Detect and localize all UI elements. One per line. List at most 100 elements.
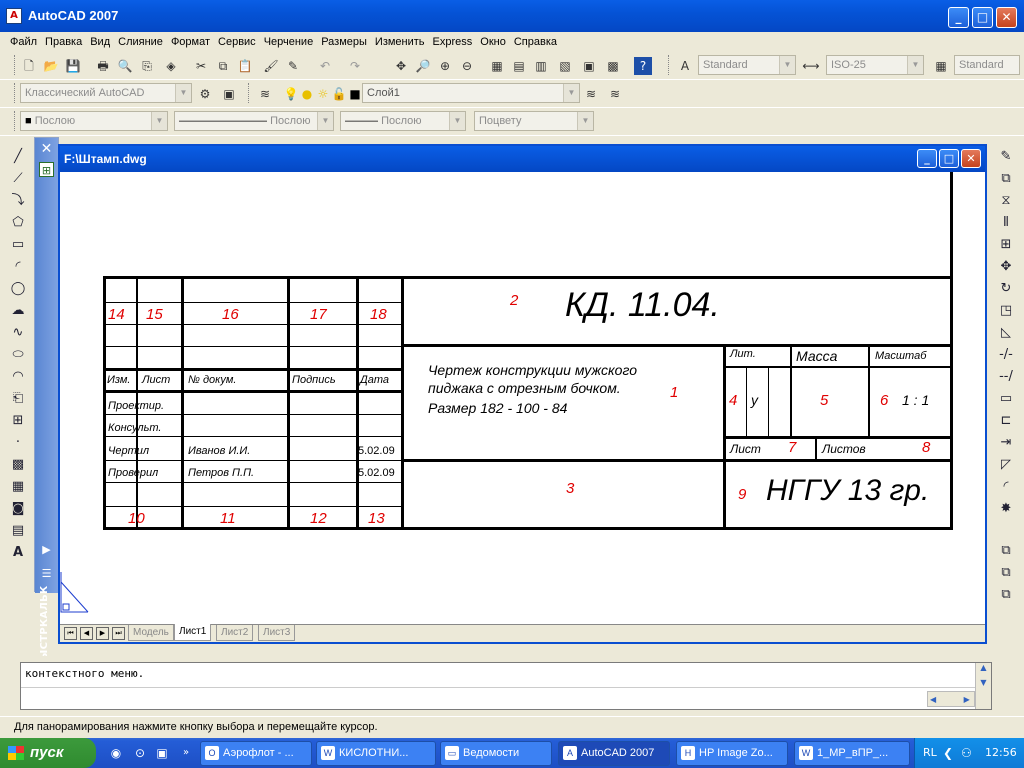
insert-block-icon[interactable]: ⎗ bbox=[9, 390, 27, 408]
lineweight-combo[interactable]: ——— Послою ▼ bbox=[340, 111, 466, 131]
toolbar-grip[interactable] bbox=[668, 55, 671, 75]
text-style-combo[interactable]: Standard ▼ bbox=[698, 55, 796, 75]
chevron-down-icon[interactable]: ▼ bbox=[907, 56, 923, 74]
region-icon[interactable]: ◙ bbox=[9, 500, 27, 518]
toolbar-grip[interactable] bbox=[248, 83, 251, 103]
properties-menu-icon[interactable]: ☰ bbox=[39, 566, 54, 581]
plotstyle-combo[interactable]: Поцвету ▼ bbox=[474, 111, 594, 131]
title-bar[interactable]: A AutoCAD 2007 _ □ ✕ bbox=[0, 0, 1024, 32]
move-icon[interactable]: ✥ bbox=[997, 258, 1015, 276]
quicklaunch-opera-icon[interactable]: ⊙ bbox=[132, 745, 148, 761]
copy-object-icon[interactable]: ⧉ bbox=[997, 170, 1015, 188]
chevron-down-icon[interactable]: ▼ bbox=[563, 84, 579, 102]
revision-cloud-icon[interactable]: ☁ bbox=[9, 302, 27, 320]
table-icon[interactable]: ▤ bbox=[9, 522, 27, 540]
doc-maximize-button[interactable]: □ bbox=[939, 149, 959, 168]
tab-model[interactable]: Модель bbox=[128, 625, 174, 641]
quicklaunch-browser-icon[interactable]: ◉ bbox=[108, 745, 124, 761]
break-at-point-icon[interactable]: ▭ bbox=[997, 390, 1015, 408]
copy-icon[interactable]: ⧉ bbox=[214, 57, 232, 75]
tool-palettes-icon[interactable]: ▥ bbox=[532, 57, 550, 75]
fillet-icon[interactable]: ◜ bbox=[997, 478, 1015, 496]
circle-icon[interactable]: ◯ bbox=[9, 280, 27, 298]
text-style-icon[interactable]: A bbox=[676, 57, 694, 75]
menu-modify[interactable]: Изменить bbox=[371, 32, 429, 52]
chamfer-icon[interactable]: ◸ bbox=[997, 456, 1015, 474]
join-icon[interactable]: ⇥ bbox=[997, 434, 1015, 452]
stretch-icon[interactable]: ◺ bbox=[997, 324, 1015, 342]
pan-icon[interactable]: ✥ bbox=[392, 57, 410, 75]
zoom-realtime-icon[interactable]: 🔎 bbox=[414, 57, 432, 75]
menu-edit[interactable]: Правка bbox=[41, 32, 86, 52]
start-button[interactable]: пуск bbox=[0, 738, 96, 768]
save-icon[interactable]: 💾 bbox=[64, 57, 82, 75]
chevron-down-icon[interactable]: ▼ bbox=[779, 56, 795, 74]
task-button[interactable]: W 1_МР_вПР_... bbox=[794, 741, 910, 766]
zoom-previous-icon[interactable]: ⊖ bbox=[458, 57, 476, 75]
chevron-down-icon[interactable]: ▼ bbox=[449, 112, 465, 130]
tray-expand-icon[interactable]: ❮ bbox=[943, 738, 953, 768]
scroll-up-icon[interactable]: ▲ bbox=[976, 663, 991, 672]
ellipse-arc-icon[interactable]: ◠ bbox=[9, 368, 27, 386]
save-workspace-icon[interactable]: ▣ bbox=[220, 85, 238, 103]
network-icon[interactable]: ⚇ bbox=[961, 738, 972, 768]
menu-express[interactable]: Express bbox=[429, 32, 477, 52]
minimize-button[interactable]: _ bbox=[948, 7, 969, 28]
cut-icon[interactable]: ✂ bbox=[192, 57, 210, 75]
quicklaunch-app-icon[interactable]: ▣ bbox=[154, 745, 170, 761]
make-block-icon[interactable]: ⊞ bbox=[9, 412, 27, 430]
auto-hide-icon[interactable]: ▶ bbox=[39, 542, 54, 557]
properties-icon[interactable]: ▦ bbox=[488, 57, 506, 75]
construction-line-icon[interactable]: ⟋ bbox=[9, 170, 27, 188]
scroll-right-icon[interactable]: ▶ bbox=[940, 695, 970, 704]
maximize-button[interactable]: □ bbox=[972, 7, 993, 28]
rectangle-icon[interactable]: ▭ bbox=[9, 236, 27, 254]
trim-icon[interactable]: -/- bbox=[997, 346, 1015, 364]
last-tab-icon[interactable]: ⏭ bbox=[112, 627, 125, 640]
menu-help[interactable]: Справка bbox=[510, 32, 561, 52]
paste-icon[interactable]: 📋 bbox=[236, 57, 254, 75]
command-window[interactable]: контекстного меню. ▲ ▼ ◀ ▶ bbox=[20, 662, 992, 710]
drawing-title[interactable]: F:\Штамп.dwg bbox=[60, 146, 985, 172]
layer-previous-icon[interactable]: ≋ bbox=[606, 85, 624, 103]
quicklaunch-expand-icon[interactable]: » bbox=[178, 745, 194, 761]
extend-icon[interactable]: --/ bbox=[997, 368, 1015, 386]
doc-close-button[interactable]: ✕ bbox=[961, 149, 981, 168]
ellipse-icon[interactable]: ⬭ bbox=[9, 346, 27, 364]
menu-file[interactable]: Файл bbox=[6, 32, 41, 52]
scroll-down-icon[interactable]: ▼ bbox=[976, 678, 991, 687]
calculator-icon[interactable]: ▩ bbox=[604, 57, 622, 75]
table-style-combo[interactable]: Standard bbox=[954, 55, 1020, 75]
doc-minimize-button[interactable]: _ bbox=[917, 149, 937, 168]
plot-icon[interactable]: 🖶 bbox=[94, 57, 112, 75]
toolbar-grip[interactable] bbox=[14, 111, 17, 131]
block-editor-icon[interactable]: ✎ bbox=[284, 57, 302, 75]
table-style-icon[interactable]: ▦ bbox=[932, 57, 950, 75]
task-button[interactable]: O Аэрофлот - ... bbox=[200, 741, 312, 766]
menu-merge[interactable]: Слияние bbox=[114, 32, 167, 52]
sheet-set-icon[interactable]: ▧ bbox=[556, 57, 574, 75]
undo-icon[interactable]: ↶ bbox=[316, 57, 334, 75]
polygon-icon[interactable]: ⬠ bbox=[9, 214, 27, 232]
quickcalc-palette[interactable]: ✕ ⊞ БЫСТРКАЛЬК ▶ ☰ bbox=[34, 137, 59, 668]
prev-tab-icon[interactable]: ◀ bbox=[80, 627, 93, 640]
layer-manager-icon[interactable]: ≋ bbox=[256, 85, 274, 103]
scale-icon[interactable]: ◳ bbox=[997, 302, 1015, 320]
command-hscrollbar[interactable]: ◀ ▶ bbox=[927, 691, 975, 707]
explode-icon[interactable]: ✸ bbox=[997, 500, 1015, 518]
calculator-icon[interactable]: ⊞ bbox=[39, 162, 54, 177]
line-icon[interactable]: ╱ bbox=[9, 148, 27, 166]
make-object-layer-current-icon[interactable]: ≋ bbox=[582, 85, 600, 103]
task-button[interactable]: ▭ Ведомости bbox=[440, 741, 552, 766]
command-scrollbar[interactable]: ▲ ▼ bbox=[975, 663, 991, 709]
arc-icon[interactable]: ◜ bbox=[9, 258, 27, 276]
menu-format[interactable]: Формат bbox=[167, 32, 214, 52]
markup-icon[interactable]: ▣ bbox=[580, 57, 598, 75]
scroll-left-icon[interactable]: ◀ bbox=[928, 695, 936, 704]
send-to-back-icon[interactable]: ⧉ bbox=[997, 564, 1015, 582]
redo-icon[interactable]: ↷ bbox=[346, 57, 364, 75]
publish-icon[interactable]: ⎘ bbox=[138, 57, 156, 75]
mirror-icon[interactable]: ⧖ bbox=[997, 192, 1015, 210]
design-center-icon[interactable]: ▤ bbox=[510, 57, 528, 75]
array-icon[interactable]: ⊞ bbox=[997, 236, 1015, 254]
